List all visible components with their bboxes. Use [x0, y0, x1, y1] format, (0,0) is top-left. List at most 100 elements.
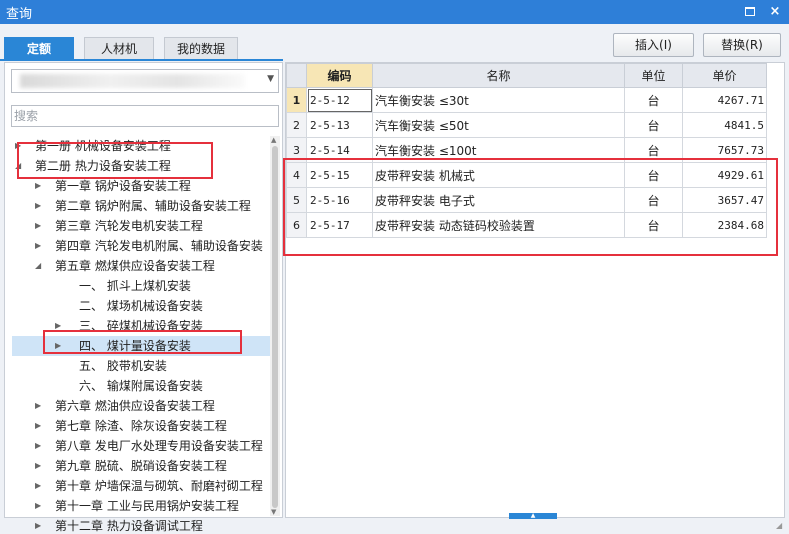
column-header-price[interactable]: 单价 — [682, 63, 767, 88]
price-cell[interactable]: 2384.68 — [682, 212, 767, 238]
tree-item[interactable]: ▶ 第九章 脱硫、脱硝设备安装工程 — [5, 456, 270, 476]
tree-item[interactable]: ▶ 第一册 机械设备安装工程 — [5, 136, 270, 156]
row-number-cell[interactable]: 2 — [286, 112, 307, 138]
tree-item[interactable]: 五、 胶带机安装 — [5, 356, 270, 376]
expand-arrow-icon[interactable]: ▶ — [35, 216, 41, 236]
expand-arrow-icon[interactable]: ▶ — [35, 416, 41, 436]
expand-arrow-icon[interactable]: ▶ — [35, 196, 41, 216]
name-cell[interactable]: 汽车衡安装 ≤100t — [372, 137, 625, 163]
expand-arrow-icon[interactable]: ▶ — [35, 396, 41, 416]
maximize-icon[interactable] — [741, 3, 759, 21]
expand-arrow-icon[interactable]: ▶ — [35, 456, 41, 476]
name-cell[interactable]: 汽车衡安装 ≤50t — [372, 112, 625, 138]
tree-scrollbar[interactable]: ▲ ▼ — [270, 136, 280, 516]
code-cell[interactable]: 2-5-14 — [306, 137, 373, 163]
tree-item[interactable]: 一、 抓斗上煤机安装 — [5, 276, 270, 296]
price-cell[interactable]: 4267.71 — [682, 87, 767, 113]
row-number-cell[interactable]: 1 — [286, 87, 307, 113]
expand-arrow-icon[interactable]: ▶ — [55, 316, 61, 336]
table-row[interactable]: 3 2-5-14 汽车衡安装 ≤100t 台 7657.73 — [286, 137, 767, 163]
name-cell[interactable]: 皮带秤安装 电子式 — [372, 187, 625, 213]
tab-quota[interactable]: 定额 — [4, 37, 74, 60]
close-icon[interactable]: × — [766, 3, 784, 21]
expand-arrow-icon[interactable]: ▶ — [35, 436, 41, 456]
tree-item[interactable]: ▶ 第十章 炉墙保温与砌筑、耐磨衬砌工程 — [5, 476, 270, 496]
unit-cell[interactable]: 台 — [624, 212, 683, 238]
row-number-cell[interactable]: 3 — [286, 137, 307, 163]
tree-item-label: 二、 煤场机械设备安装 — [79, 299, 203, 313]
tree-item-label: 五、 胶带机安装 — [79, 359, 167, 373]
insert-button[interactable]: 插入(I) — [613, 33, 694, 57]
name-cell[interactable]: 皮带秤安装 机械式 — [372, 162, 625, 188]
tree-item[interactable]: ▶ 第四章 汽轮发电机附属、辅助设备安装 — [5, 236, 270, 256]
tree-item[interactable]: ▶ 第三章 汽轮发电机安装工程 — [5, 216, 270, 236]
expand-arrow-icon[interactable]: ▶ — [35, 516, 41, 534]
tree-item[interactable]: ▶ 第十二章 热力设备调试工程 — [5, 516, 270, 534]
title-bar: 查询 × — [0, 0, 789, 24]
tab-labor-material-machine[interactable]: 人材机 — [84, 37, 154, 60]
column-header-name[interactable]: 名称 — [372, 63, 625, 88]
tree-item-selected[interactable]: ▶ 四、 煤计量设备安装 — [12, 336, 270, 356]
search-input[interactable] — [11, 105, 279, 127]
column-header-unit[interactable]: 单位 — [624, 63, 683, 88]
price-cell[interactable]: 4929.61 — [682, 162, 767, 188]
tree-item[interactable]: ▶ 第六章 燃油供应设备安装工程 — [5, 396, 270, 416]
panel-splitter-handle[interactable]: ▲ — [509, 513, 557, 519]
table-row[interactable]: 6 2-5-17 皮带秤安装 动态链码校验装置台 2384.68 — [286, 212, 767, 238]
code-cell[interactable]: 2-5-12 — [306, 87, 373, 113]
tree-item[interactable]: ▶ 第八章 发电厂水处理专用设备安装工程 — [5, 436, 270, 456]
price-cell[interactable]: 4841.5 — [682, 112, 767, 138]
library-select[interactable]: ▼ — [11, 69, 279, 93]
table-row[interactable]: 2 2-5-13 汽车衡安装 ≤50t 台 4841.5 — [286, 112, 767, 138]
table-row[interactable]: 1 2-5-12 汽车衡安装 ≤30t 台 4267.71 — [286, 87, 767, 113]
tree-item-label: 第四章 汽轮发电机附属、辅助设备安装 — [55, 239, 263, 253]
table-row[interactable]: 5 2-5-16 皮带秤安装 电子式台 3657.47 — [286, 187, 767, 213]
table-row[interactable]: 4 2-5-15 皮带秤安装 机械式台 4929.61 — [286, 162, 767, 188]
tree-item[interactable]: ◢ 第二册 热力设备安装工程 — [5, 156, 270, 176]
tree-item[interactable]: ▶ 第一章 锅炉设备安装工程 — [5, 176, 270, 196]
code-cell[interactable]: 2-5-13 — [306, 112, 373, 138]
unit-cell[interactable]: 台 — [624, 137, 683, 163]
tree-item[interactable]: ▶ 第七章 除渣、除灰设备安装工程 — [5, 416, 270, 436]
expand-arrow-icon[interactable]: ▶ — [35, 496, 41, 516]
name-cell[interactable]: 皮带秤安装 动态链码校验装置 — [372, 212, 625, 238]
tab-my-data[interactable]: 我的数据 — [164, 37, 238, 60]
scroll-up-icon[interactable]: ▲ — [271, 136, 276, 144]
unit-cell[interactable]: 台 — [624, 187, 683, 213]
row-number-header — [286, 63, 307, 88]
expand-arrow-icon[interactable]: ▶ — [35, 476, 41, 496]
scroll-down-icon[interactable]: ▼ — [271, 508, 276, 516]
expand-arrow-icon[interactable]: ▶ — [35, 176, 41, 196]
tree-item[interactable]: ◢ 第五章 燃煤供应设备安装工程 — [5, 256, 270, 276]
name-cell[interactable]: 汽车衡安装 ≤30t — [372, 87, 625, 113]
unit-cell[interactable]: 台 — [624, 87, 683, 113]
row-number-cell[interactable]: 6 — [286, 212, 307, 238]
expand-arrow-icon[interactable]: ▶ — [35, 236, 41, 256]
code-cell[interactable]: 2-5-17 — [306, 212, 373, 238]
column-header-code[interactable]: 编码 — [306, 63, 373, 88]
row-number-cell[interactable]: 4 — [286, 162, 307, 188]
code-cell[interactable]: 2-5-16 — [306, 187, 373, 213]
window-title: 查询 — [6, 7, 33, 22]
unit-cell[interactable]: 台 — [624, 112, 683, 138]
collapse-arrow-icon[interactable]: ◢ — [15, 156, 21, 176]
expand-arrow-icon[interactable]: ▶ — [15, 136, 21, 156]
collapse-arrow-icon[interactable]: ◢ — [35, 256, 41, 276]
tree-item[interactable]: 六、 输煤附属设备安装 — [5, 376, 270, 396]
price-cell[interactable]: 7657.73 — [682, 137, 767, 163]
tree-item[interactable]: ▶ 三、 碎煤机械设备安装 — [5, 316, 270, 336]
tree-item-label: 第一章 锅炉设备安装工程 — [55, 179, 191, 193]
tree-item-label: 一、 抓斗上煤机安装 — [79, 279, 191, 293]
price-cell[interactable]: 3657.47 — [682, 187, 767, 213]
tree-item[interactable]: ▶ 第十一章 工业与民用锅炉安装工程 — [5, 496, 270, 516]
scrollbar-thumb[interactable] — [272, 146, 278, 508]
row-number-cell[interactable]: 5 — [286, 187, 307, 213]
code-cell[interactable]: 2-5-15 — [306, 162, 373, 188]
replace-button[interactable]: 替换(R) — [703, 33, 781, 57]
resize-grip-icon[interactable]: ◢ — [776, 521, 782, 530]
unit-cell[interactable]: 台 — [624, 162, 683, 188]
tree-item[interactable]: ▶ 第二章 锅炉附属、辅助设备安装工程 — [5, 196, 270, 216]
expand-arrow-icon[interactable]: ▶ — [55, 336, 61, 356]
chevron-down-icon[interactable]: ▼ — [267, 74, 274, 84]
tree-item[interactable]: 二、 煤场机械设备安装 — [5, 296, 270, 316]
